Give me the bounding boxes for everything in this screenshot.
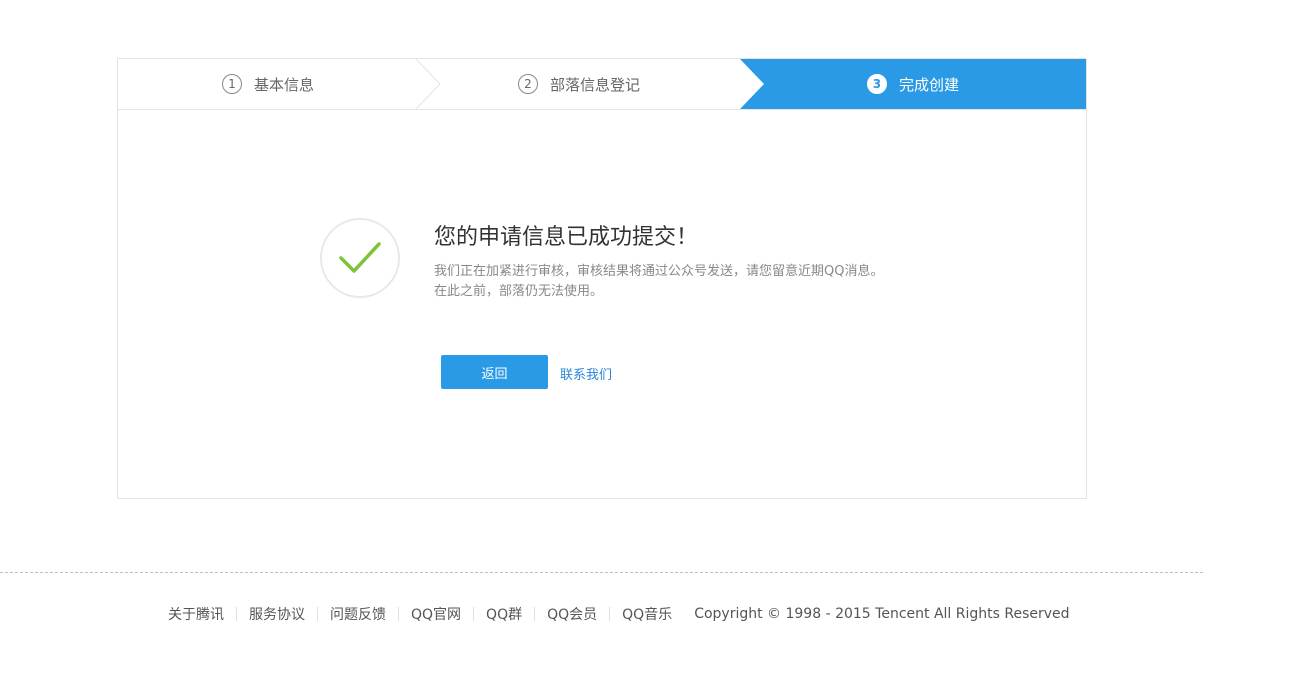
step-label: 部落信息登记: [549, 75, 640, 94]
footer-link-terms[interactable]: 服务协议: [249, 604, 305, 624]
footer-separator: [236, 607, 237, 621]
footer-link-qq-vip[interactable]: QQ会员: [547, 604, 597, 624]
footer-link-about[interactable]: 关于腾讯: [168, 604, 224, 624]
step-number: 1: [221, 74, 242, 94]
footer-link-qq-official[interactable]: QQ官网: [411, 604, 461, 624]
footer-separator: [473, 607, 475, 621]
step-complete: 3 完成创建: [740, 59, 1086, 109]
description-line: 在此之前，部落仍无法使用。: [434, 284, 604, 299]
description-line: 我们正在加紧进行审核，审核结果将通过公众号发送，请您留意近期QQ消息。: [434, 264, 884, 279]
footer-link-qq-music[interactable]: QQ音乐: [622, 604, 672, 624]
footer-divider: [0, 572, 1203, 573]
check-circle-icon: [320, 218, 400, 298]
result-card: 1 基本信息 2 部落信息登记 3 完成创建 您的申请信息已成功提交！ 我们正在…: [117, 58, 1087, 499]
contact-us-link[interactable]: 联系我们: [560, 364, 612, 383]
footer-link-feedback[interactable]: 问题反馈: [330, 604, 386, 624]
footer-separator: [609, 607, 611, 621]
step-number: 2: [517, 74, 538, 94]
step-number: 3: [866, 74, 887, 94]
step-label: 基本信息: [253, 75, 314, 94]
footer: 关于腾讯 服务协议 问题反馈 QQ官网 QQ群 QQ会员 QQ音乐 Copyri…: [168, 604, 1070, 624]
footer-separator: [534, 607, 536, 621]
step-label: 完成创建: [898, 75, 959, 94]
step-basic-info: 1 基本信息: [118, 59, 418, 109]
checkmark-icon: [339, 242, 381, 273]
footer-separator: [317, 607, 318, 621]
result-title: 您的申请信息已成功提交！: [434, 225, 699, 250]
footer-link-qq-group[interactable]: QQ群: [486, 604, 522, 624]
step-tribe-registration: 2 部落信息登记: [418, 59, 740, 109]
result-description: 我们正在加紧进行审核，审核结果将通过公众号发送，请您留意近期QQ消息。 在此之前…: [434, 262, 896, 302]
footer-separator: [398, 607, 399, 621]
back-button[interactable]: 返回: [441, 355, 548, 389]
step-progress-bar: 1 基本信息 2 部落信息登记 3 完成创建: [118, 59, 1086, 110]
copyright-text: Copyright © 1998 - 2015 Tencent All Righ…: [694, 606, 1070, 622]
